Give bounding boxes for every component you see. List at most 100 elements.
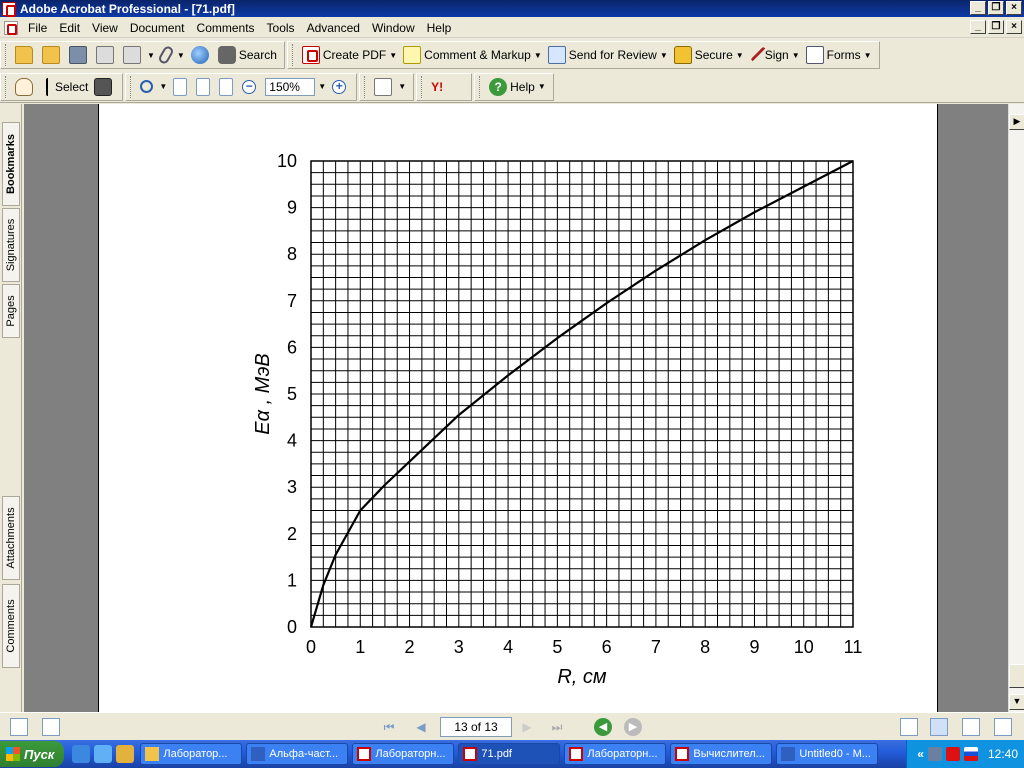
tab-pages[interactable]: Pages [2,284,20,338]
task-laboratory-pdf-2[interactable]: Лабораторн... [564,743,667,765]
task-alpha-word[interactable]: Альфа-част... [246,743,349,765]
snapshot-button[interactable] [91,75,118,99]
doc-minimize-button[interactable]: _ [970,20,986,34]
status-bar: ⏮ ◀ 13 of 13 ▶ ⏭ ◀ ▶ [0,712,1024,740]
forms-button[interactable]: Forms ▼ [803,43,875,67]
yahoo-button[interactable]: Y! [428,75,467,99]
continuous-layout-icon[interactable] [930,718,948,736]
language-flag-icon[interactable] [963,747,978,761]
print-setup-icon [123,46,141,64]
menu-document[interactable]: Document [124,21,191,35]
tab-comments[interactable]: Comments [2,584,20,668]
chevron-down-icon: ▼ [318,82,327,91]
toolbar-grip[interactable] [291,44,295,66]
help-button[interactable]: ? Help ▼ [486,75,549,99]
toolbar-grip[interactable] [364,75,367,98]
x-tick-label: 4 [503,637,513,657]
file-tools-group: ▼ ▼ Search [0,41,285,69]
create-pdf-button[interactable]: Create PDF ▼ [299,43,400,67]
menu-edit[interactable]: Edit [53,21,86,35]
task-71-pdf[interactable]: 71.pdf [458,743,561,765]
task-laboratory-pdf-1[interactable]: Лабораторн... [352,743,455,765]
attach-button[interactable]: ▼ [157,43,188,67]
chevron-down-icon: ▼ [389,50,398,60]
hand-tool-button[interactable] [12,75,39,99]
zoom-tool-button[interactable]: ▼ [137,75,170,99]
acrobat-app-icon[interactable] [2,1,16,17]
zoom-level-field[interactable]: 150% [265,77,316,96]
send-review-button[interactable]: Send for Review ▼ [545,43,671,67]
printer-icon [96,46,114,64]
minimize-button[interactable]: _ [970,1,986,15]
first-page-icon[interactable]: ⏮ [380,719,398,735]
chevron-down-icon: ▼ [398,82,407,91]
continuous-facing-layout-icon[interactable] [994,718,1012,736]
fit-width-button[interactable] [216,75,239,99]
tray-expand-button[interactable]: « [917,747,924,761]
toolbar-grip[interactable] [421,75,424,98]
scroll-right-arrow-icon[interactable]: ▶ [1009,114,1024,130]
save-button[interactable] [66,43,93,67]
sign-button[interactable]: Sign ▼ [747,43,803,67]
antivirus-icon[interactable] [945,747,960,761]
options-icon[interactable] [42,718,60,736]
go-back-icon[interactable]: ◀ [594,718,612,736]
search-button[interactable]: Search [215,43,280,67]
chevron-down-icon: ▼ [791,50,800,60]
zoom-level-dropdown[interactable]: 150% ▼ [262,75,329,99]
tab-signatures[interactable]: Signatures [2,208,20,282]
restore-button[interactable]: ❐ [988,1,1004,15]
scroll-down-arrow-icon[interactable]: ▼ [1009,694,1024,710]
task-untitled-word[interactable]: Untitled0 - M... [776,743,879,765]
select-tool-button[interactable]: Select [39,75,91,99]
previous-page-icon[interactable]: ◀ [412,719,430,735]
open-button[interactable] [12,43,39,67]
last-page-icon[interactable]: ⏭ [548,719,566,735]
next-page-icon[interactable]: ▶ [518,719,536,735]
ie-quicklaunch-icon[interactable] [72,745,91,763]
actual-size-button[interactable] [170,75,193,99]
scrollbar-thumb[interactable] [1009,664,1024,688]
task-label: Вычислител... [693,748,765,760]
single-page-layout-icon[interactable] [900,718,918,736]
start-button[interactable]: Пуск [0,741,65,767]
network-icon[interactable] [927,747,942,761]
document-pane[interactable]: 0 1 2 3 4 5 6 7 8 9 10 11 0 1 2 3 4 5 6 7 8 9 10 R, см Eα , МэВ [24,104,1008,712]
menu-tools[interactable]: Tools [261,21,301,35]
zoom-out-button[interactable]: − [239,75,262,99]
menu-advanced[interactable]: Advanced [301,21,366,35]
toolbar-grip[interactable] [5,44,8,66]
menu-window[interactable]: Window [366,21,421,35]
page-number-field[interactable]: 13 of 13 [440,717,512,737]
menu-view[interactable]: View [86,21,124,35]
secure-button[interactable]: Secure ▼ [671,43,747,67]
email-button[interactable] [188,43,215,67]
close-button[interactable]: × [1006,1,1022,15]
document-icon[interactable] [4,20,18,35]
comment-markup-button[interactable]: Comment & Markup ▼ [400,43,545,67]
doc-restore-button[interactable]: ❐ [988,20,1004,34]
task-laboratory-folder[interactable]: Лаборатор... [140,743,243,765]
outlook-quicklaunch-icon[interactable] [94,745,113,763]
print-options-button[interactable]: ▼ [120,43,158,67]
menu-file[interactable]: File [22,21,53,35]
print-button[interactable] [93,43,120,67]
task-computing-pdf[interactable]: Вычислител... [670,743,773,765]
menu-help[interactable]: Help [421,21,458,35]
tab-attachments[interactable]: Attachments [2,496,20,580]
panel-toggle-icon[interactable] [10,718,28,736]
organizer-button[interactable] [39,43,66,67]
tab-bookmarks[interactable]: Bookmarks [2,122,20,206]
menu-comments[interactable]: Comments [191,21,261,35]
toolbar-grip[interactable] [130,75,133,98]
toolbar-grip[interactable] [5,75,8,98]
fit-page-button[interactable] [193,75,216,99]
app-quicklaunch-icon[interactable] [116,745,135,763]
go-forward-icon[interactable]: ▶ [624,718,642,736]
facing-layout-icon[interactable] [962,718,980,736]
vertical-scrollbar[interactable]: ▶ ▼ [1008,104,1024,712]
doc-close-button[interactable]: × [1006,20,1022,34]
toolbar-grip[interactable] [479,75,482,98]
zoom-in-button[interactable]: + [329,75,352,99]
rotate-button[interactable]: ▼ [371,75,409,99]
